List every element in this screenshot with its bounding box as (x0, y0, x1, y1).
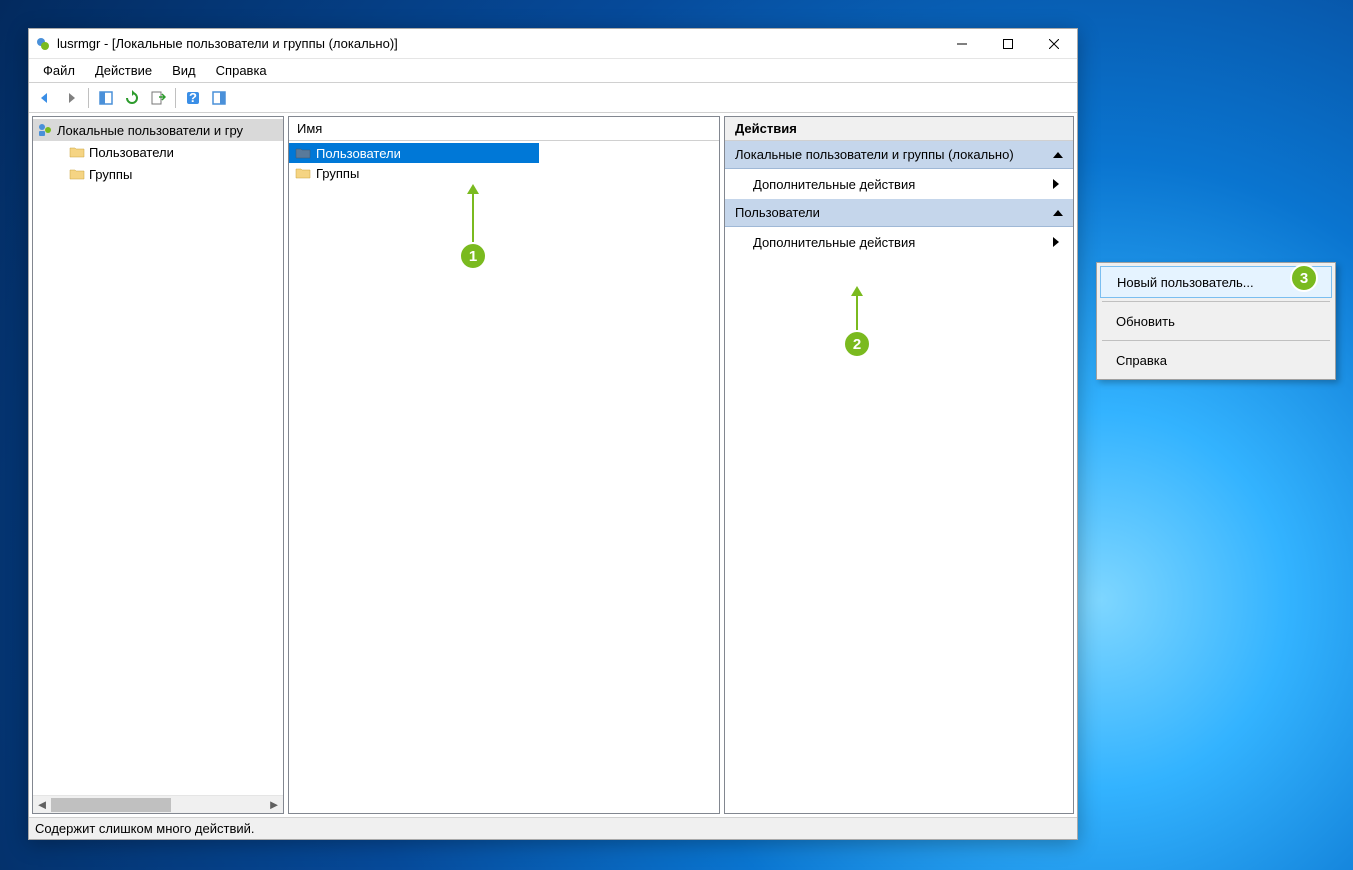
tree-users-node[interactable]: Пользователи (33, 141, 283, 163)
context-menu-refresh-label: Обновить (1116, 314, 1175, 329)
list-body[interactable]: Пользователи Группы (289, 141, 719, 813)
tree-groups-node[interactable]: Группы (33, 163, 283, 185)
back-button[interactable] (33, 86, 57, 110)
scroll-right-button[interactable]: ► (265, 796, 283, 814)
collapse-icon (1053, 152, 1063, 158)
status-text: Содержит слишком много действий. (35, 821, 255, 836)
menu-view[interactable]: Вид (162, 59, 206, 82)
toolbar: ? (29, 83, 1077, 113)
menu-help[interactable]: Справка (206, 59, 277, 82)
tree-groups-label: Группы (89, 167, 132, 182)
mmc-window: lusrmgr - [Локальные пользователи и груп… (28, 28, 1078, 840)
tree-horizontal-scrollbar[interactable]: ◄ ► (33, 795, 283, 813)
context-menu-help[interactable]: Справка (1100, 344, 1332, 376)
app-icon (35, 36, 51, 52)
actions-pane-title: Действия (725, 117, 1073, 141)
scroll-thumb[interactable] (51, 798, 171, 812)
context-menu: Новый пользователь... Обновить Справка (1096, 262, 1336, 380)
list-header-name-label: Имя (297, 121, 322, 136)
chevron-right-icon (1053, 237, 1059, 247)
toolbar-separator (88, 88, 89, 108)
help-button[interactable]: ? (181, 86, 205, 110)
context-menu-help-label: Справка (1116, 353, 1167, 368)
menu-file[interactable]: Файл (33, 59, 85, 82)
context-menu-refresh[interactable]: Обновить (1100, 305, 1332, 337)
show-hide-action-pane-button[interactable] (207, 86, 231, 110)
actions-pane: Действия Локальные пользователи и группы… (724, 116, 1074, 814)
content-area: Локальные пользователи и гру Пользовател… (29, 113, 1077, 817)
actions-more-label: Дополнительные действия (753, 235, 915, 250)
export-list-button[interactable] (146, 86, 170, 110)
folder-icon (69, 144, 85, 160)
maximize-button[interactable] (985, 29, 1031, 58)
close-button[interactable] (1031, 29, 1077, 58)
scroll-left-button[interactable]: ◄ (33, 796, 51, 814)
tree-root-node[interactable]: Локальные пользователи и гру (33, 119, 283, 141)
menu-action[interactable]: Действие (85, 59, 162, 82)
minimize-button[interactable] (939, 29, 985, 58)
tree-users-label: Пользователи (89, 145, 174, 160)
actions-group-label: Локальные пользователи и группы (локальн… (735, 147, 1014, 162)
refresh-button[interactable] (120, 86, 144, 110)
list-item-groups-label: Группы (316, 166, 359, 181)
tree-root-label: Локальные пользователи и гру (57, 123, 243, 138)
list-item-groups[interactable]: Группы (289, 163, 719, 183)
folder-icon (295, 165, 311, 181)
context-menu-new-user-label: Новый пользователь... (1117, 275, 1254, 290)
actions-group-local-users-groups[interactable]: Локальные пользователи и группы (локальн… (725, 141, 1073, 169)
context-menu-separator (1102, 340, 1330, 341)
collapse-icon (1053, 210, 1063, 216)
tree-body: Локальные пользователи и гру Пользовател… (33, 117, 283, 795)
actions-group-users[interactable]: Пользователи (725, 199, 1073, 227)
window-controls (939, 29, 1077, 58)
list-pane: Имя Пользователи Группы (288, 116, 720, 814)
context-menu-separator (1102, 301, 1330, 302)
scroll-track[interactable] (51, 796, 265, 814)
window-title: lusrmgr - [Локальные пользователи и груп… (57, 36, 939, 51)
toolbar-separator (175, 88, 176, 108)
actions-more-actions-1[interactable]: Дополнительные действия (725, 169, 1073, 199)
actions-group-users-label: Пользователи (735, 205, 820, 220)
svg-text:?: ? (189, 90, 197, 105)
show-hide-console-tree-button[interactable] (94, 86, 118, 110)
titlebar[interactable]: lusrmgr - [Локальные пользователи и груп… (29, 29, 1077, 59)
chevron-right-icon (1053, 179, 1059, 189)
tree-pane: Локальные пользователи и гру Пользовател… (32, 116, 284, 814)
forward-button[interactable] (59, 86, 83, 110)
menubar: Файл Действие Вид Справка (29, 59, 1077, 83)
list-item-users-label: Пользователи (316, 146, 401, 161)
statusbar: Содержит слишком много действий. (29, 817, 1077, 839)
folder-icon (295, 145, 311, 161)
list-item-users[interactable]: Пользователи (289, 143, 539, 163)
actions-more-label: Дополнительные действия (753, 177, 915, 192)
users-groups-icon (37, 122, 53, 138)
context-menu-new-user[interactable]: Новый пользователь... (1100, 266, 1332, 298)
folder-icon (69, 166, 85, 182)
actions-more-actions-2[interactable]: Дополнительные действия (725, 227, 1073, 257)
list-column-header-name[interactable]: Имя (289, 117, 719, 141)
